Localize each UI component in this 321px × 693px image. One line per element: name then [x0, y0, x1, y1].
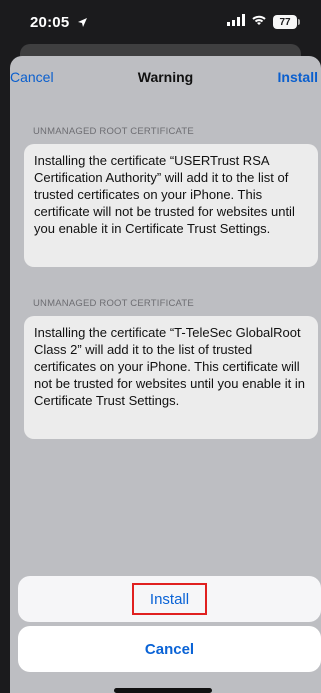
- nav-bar: Cancel Warning Install: [10, 56, 321, 96]
- battery-level: 77: [279, 16, 291, 28]
- page-title: Warning: [137, 69, 194, 85]
- certificate-card: Installing the certificate “USERTrust RS…: [24, 144, 318, 267]
- status-time-text: 20:05: [30, 14, 70, 31]
- certificate-text: Installing the certificate “T-TeleSec Gl…: [34, 325, 305, 408]
- install-highlight-box: Install: [131, 583, 208, 615]
- status-icons: 77: [227, 13, 300, 31]
- install-action-label: Install: [149, 591, 190, 608]
- status-time: 20:05: [30, 14, 88, 32]
- cancel-action-button[interactable]: Cancel: [18, 626, 321, 672]
- wifi-icon: [251, 13, 267, 31]
- nav-install-button[interactable]: Install: [278, 69, 318, 85]
- cellular-signal-icon: [227, 13, 245, 31]
- section-header: UNMANAGED ROOT CERTIFICATE: [33, 126, 194, 137]
- section-header: UNMANAGED ROOT CERTIFICATE: [33, 298, 194, 309]
- home-indicator: [114, 688, 212, 693]
- certificate-card: Installing the certificate “T-TeleSec Gl…: [24, 316, 318, 439]
- battery-icon: 77: [273, 15, 300, 29]
- certificate-text: Installing the certificate “USERTrust RS…: [34, 153, 295, 236]
- cancel-action-label: Cancel: [144, 640, 195, 658]
- location-arrow-icon: [77, 15, 88, 32]
- status-bar: 20:05 77: [0, 0, 321, 40]
- install-action-button[interactable]: Install: [18, 576, 321, 622]
